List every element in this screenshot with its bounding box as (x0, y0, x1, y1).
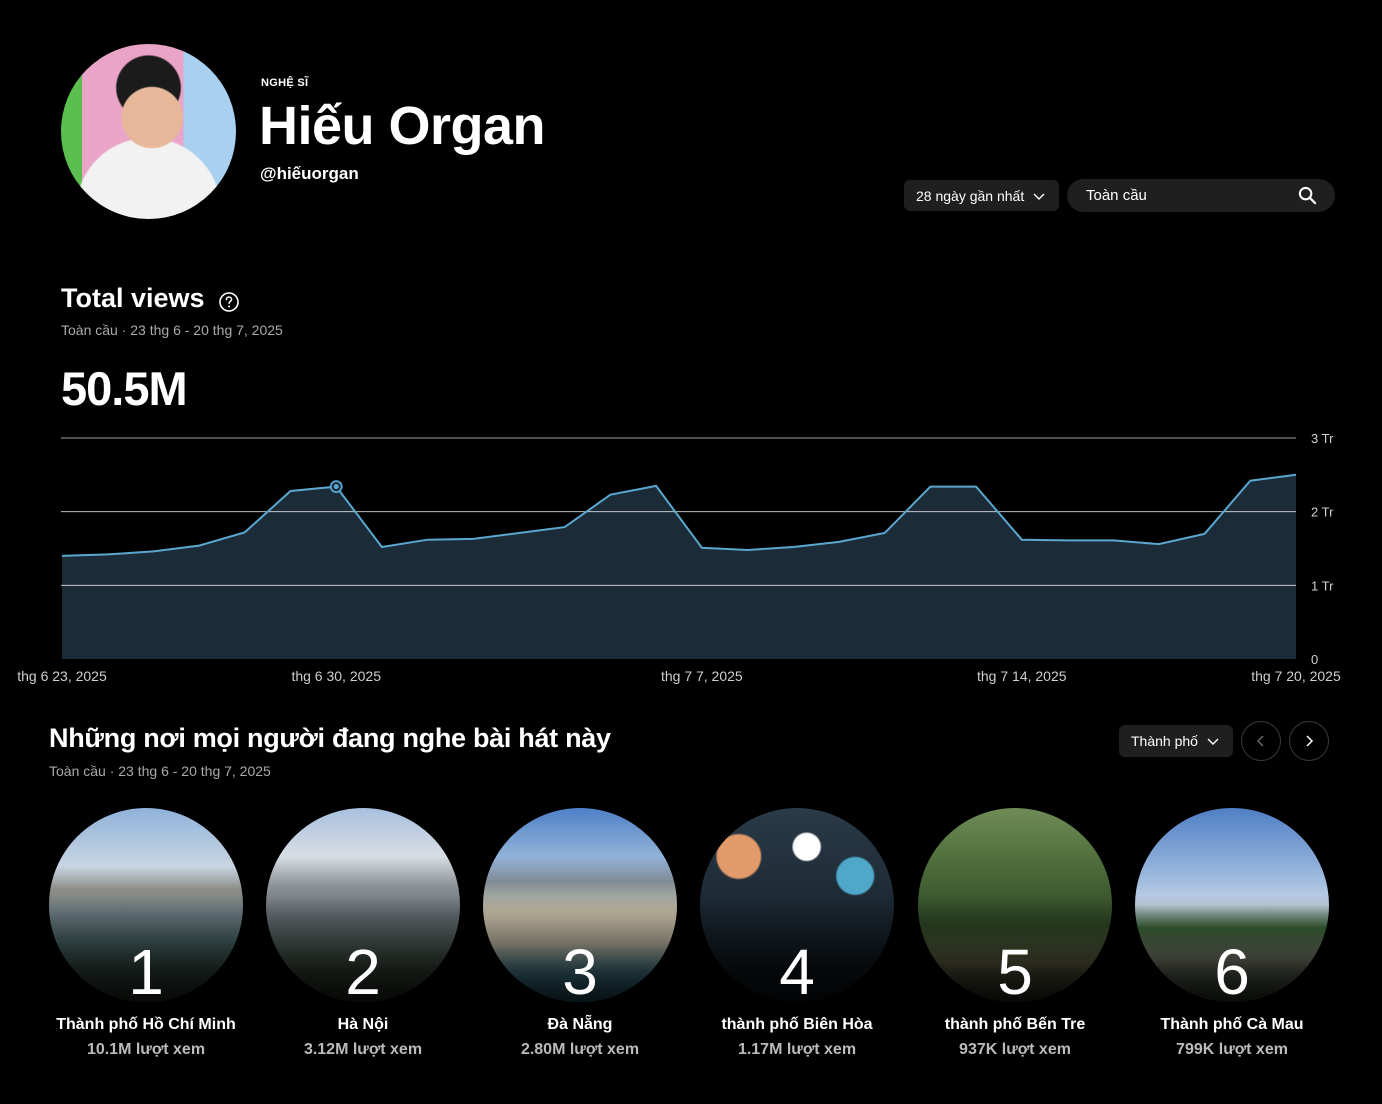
place-type-select[interactable]: Thành phố (1119, 725, 1233, 757)
artist-avatar (61, 44, 236, 219)
place-views: 3.12M lượt xem (303, 1041, 423, 1058)
place-rank: 3 (562, 936, 598, 1002)
y-tick-label: 3 Tr (1311, 431, 1334, 446)
help-icon[interactable] (219, 292, 239, 312)
place-views: 937K lượt xem (959, 1041, 1071, 1058)
place-rank: 6 (1214, 936, 1250, 1002)
place-card[interactable]: 4 thành phố Biên Hòa 1.17M lượt xem (700, 808, 894, 1059)
previous-button[interactable] (1241, 721, 1281, 761)
city-image: 4 (700, 808, 894, 1002)
artist-name: Hiếu Organ (259, 96, 546, 156)
chevron-down-icon (1033, 193, 1045, 200)
y-tick-label: 0 (1311, 652, 1318, 667)
highlight-data-point-dot (333, 484, 339, 490)
total-views-value: 50.5M (61, 362, 188, 415)
place-rank: 2 (345, 936, 381, 1002)
place-name: thành phố Biên Hòa (721, 1016, 873, 1033)
city-image: 1 (49, 808, 243, 1002)
place-rank: 4 (779, 936, 815, 1002)
place-card[interactable]: 2 Hà Nội 3.12M lượt xem (266, 808, 460, 1059)
views-chart[interactable]: 0 1 Tr 2 Tr 3 Tr thg 6 23, 2025 thg 6 30, 202… (0, 420, 1382, 700)
place-name: thành phố Bến Tre (944, 1016, 1086, 1033)
place-name: Đà Nẵng (547, 1016, 613, 1033)
x-tick-label: thg 6 23, 2025 (17, 668, 107, 684)
place-name: Hà Nội (337, 1016, 389, 1033)
x-tick-label: thg 7 20, 2025 (1251, 668, 1341, 684)
place-type-label: Thành phố (1131, 733, 1198, 749)
places-subtitle: Toàn cầu · 23 thg 6 - 20 thg 7, 2025 (49, 763, 271, 779)
next-button[interactable] (1289, 721, 1329, 761)
search-icon[interactable] (1298, 186, 1317, 205)
region-search-input[interactable] (1086, 187, 1298, 204)
y-tick-label: 2 Tr (1311, 505, 1334, 520)
city-image: 3 (483, 808, 677, 1002)
place-views: 10.1M lượt xem (86, 1041, 206, 1058)
total-views-subtitle: Toàn cầu · 23 thg 6 - 20 thg 7, 2025 (61, 322, 283, 338)
place-views: 799K lượt xem (1176, 1041, 1288, 1058)
city-image: 6 (1135, 808, 1329, 1002)
place-rank: 1 (128, 936, 164, 1002)
x-tick-label: thg 6 30, 2025 (291, 668, 381, 684)
places-title: Những nơi mọi người đang nghe bài hát nà… (49, 723, 611, 753)
date-range-label: 28 ngày gần nhất (916, 187, 1025, 204)
place-name: Thành phố Hồ Chí Minh (56, 1016, 236, 1033)
artist-handle[interactable]: @hiếuorgan (260, 164, 359, 184)
y-tick-label: 1 Tr (1311, 578, 1334, 593)
place-views: 2.80M lượt xem (520, 1041, 640, 1058)
place-card[interactable]: 6 Thành phố Cà Mau 799K lượt xem (1135, 808, 1329, 1059)
x-tick-label: thg 7 14, 2025 (977, 668, 1067, 684)
city-image: 2 (266, 808, 460, 1002)
date-range-select[interactable]: 28 ngày gần nhất (904, 180, 1059, 211)
chart-area-fill (62, 474, 1296, 659)
x-tick-label: thg 7 7, 2025 (661, 668, 743, 684)
artist-type-label: NGHỆ SĨ (261, 77, 309, 89)
place-views: 1.17M lượt xem (737, 1041, 857, 1058)
chevron-right-icon (1306, 735, 1314, 747)
total-views-title: Total views (61, 283, 205, 313)
region-search[interactable] (1067, 179, 1335, 212)
city-image: 5 (918, 808, 1112, 1002)
place-card[interactable]: 5 thành phố Bến Tre 937K lượt xem (918, 808, 1112, 1059)
place-card[interactable]: 1 Thành phố Hồ Chí Minh 10.1M lượt xem (49, 808, 243, 1059)
place-rank: 5 (997, 936, 1033, 1002)
chevron-left-icon (1256, 735, 1264, 747)
place-card[interactable]: 3 Đà Nẵng 2.80M lượt xem (483, 808, 677, 1059)
chevron-down-icon (1207, 738, 1219, 745)
place-name: Thành phố Cà Mau (1160, 1016, 1304, 1033)
